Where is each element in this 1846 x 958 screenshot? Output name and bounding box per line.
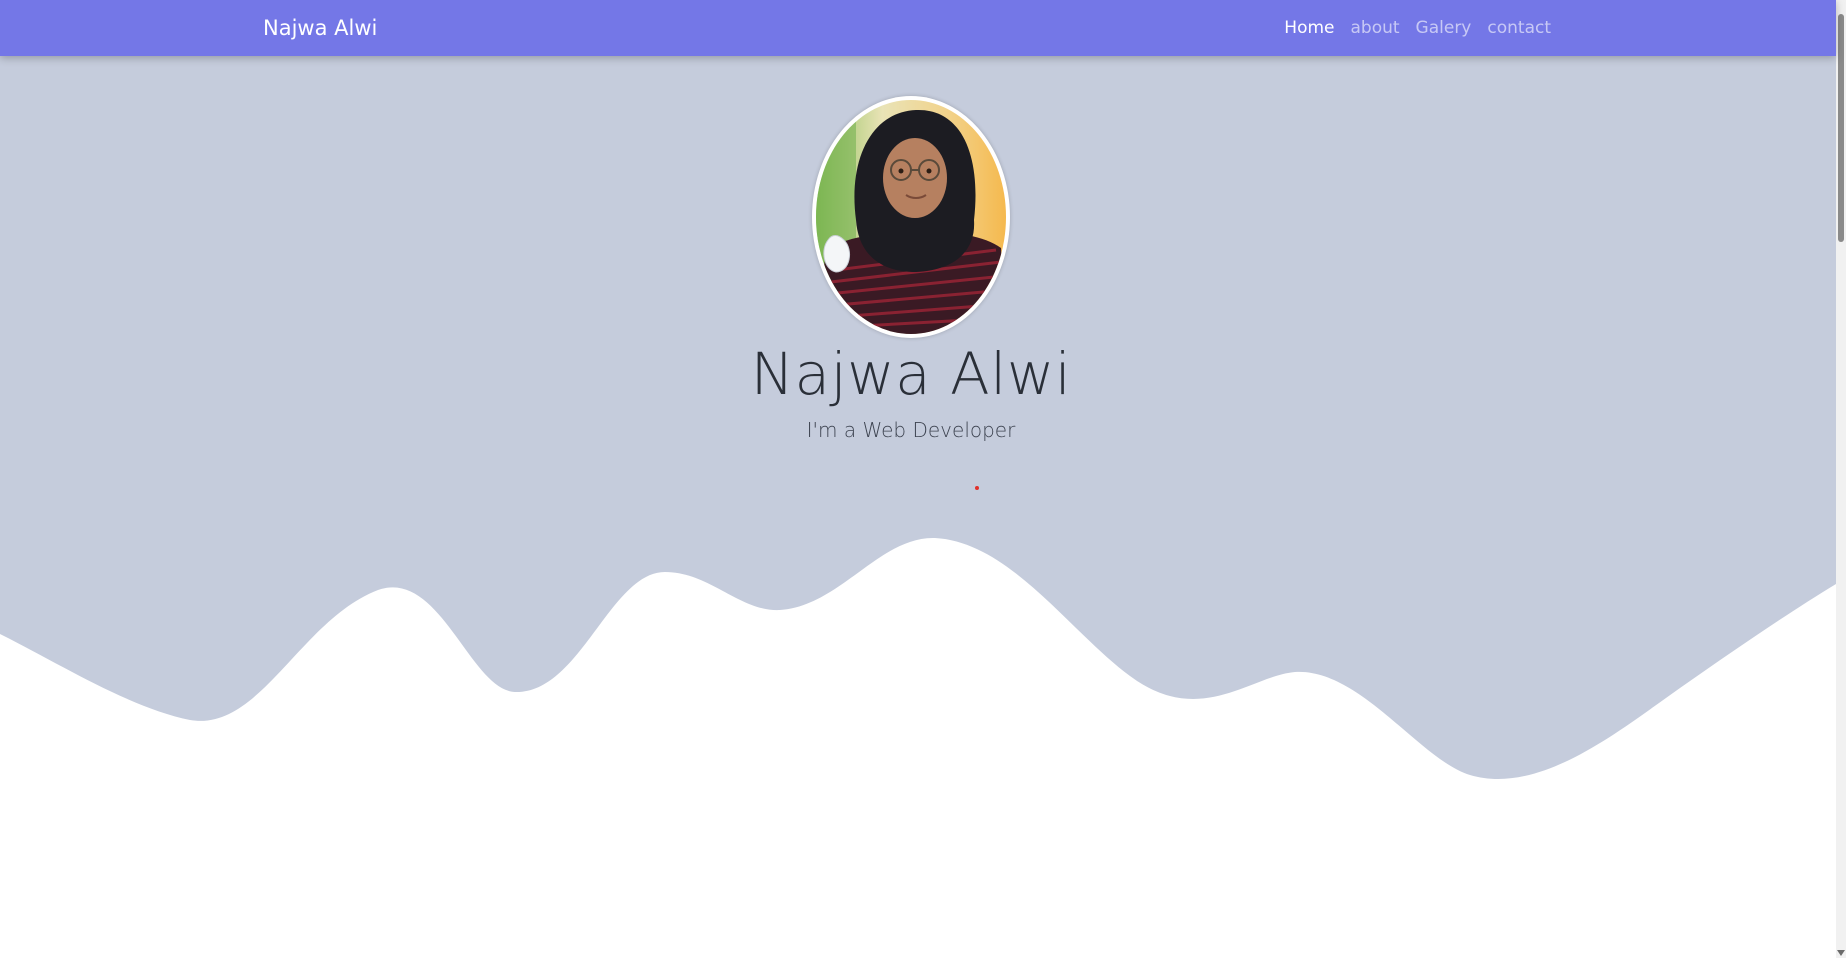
avatar-frame (812, 96, 1010, 338)
hero-name: Najwa Alwi (750, 340, 1072, 408)
navbar: Najwa Alwi Home about Galery contact (0, 0, 1836, 56)
profile-photo-icon (816, 100, 1006, 334)
vertical-scrollbar[interactable] (1836, 0, 1846, 958)
hero-role: I'm a Web Developer (806, 418, 1016, 442)
navbar-brand[interactable]: Najwa Alwi (263, 0, 377, 56)
scroll-down-arrow-icon[interactable] (1837, 950, 1845, 956)
hero-section: Najwa Alwi I'm a Web Developer (0, 0, 1836, 958)
nav-link-home[interactable]: Home (1284, 18, 1334, 38)
scrollbar-thumb[interactable] (1838, 14, 1844, 242)
page: Najwa Alwi I'm a Web Developer Najwa Alw… (0, 0, 1846, 958)
nav-link-galery[interactable]: Galery (1416, 18, 1472, 38)
nav-link-about[interactable]: about (1350, 18, 1399, 38)
nav-link-contact[interactable]: contact (1487, 18, 1551, 38)
nav-links: Home about Galery contact (1284, 0, 1551, 56)
avatar (816, 100, 1006, 334)
cursor-dot (975, 486, 979, 490)
